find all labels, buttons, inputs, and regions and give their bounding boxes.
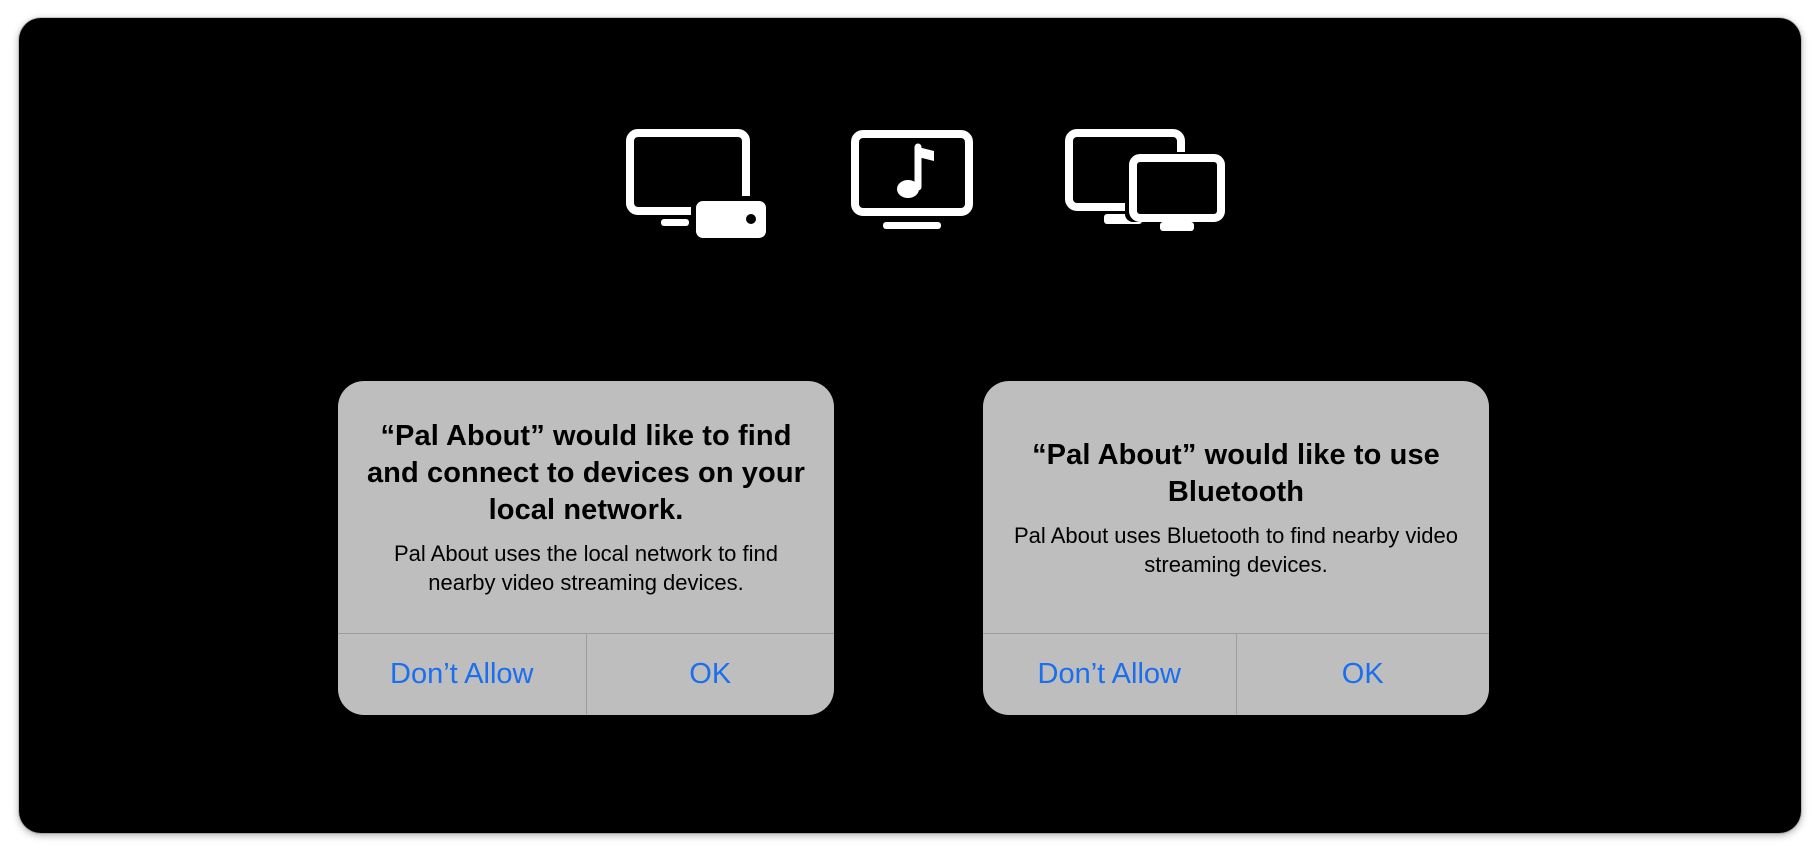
- bluetooth-permission-alert: “Pal About” would like to use Bluetooth …: [983, 381, 1489, 715]
- alert-body: “Pal About” would like to use Bluetooth …: [983, 381, 1489, 634]
- apple-tv-icon: [625, 128, 785, 238]
- alert-body: “Pal About” would like to find and conne…: [338, 381, 834, 634]
- ok-button[interactable]: OK: [1235, 634, 1490, 715]
- screen-frame: “Pal About” would like to find and conne…: [19, 18, 1801, 833]
- multiple-displays-icon: [1064, 128, 1228, 234]
- local-network-permission-alert: “Pal About” would like to find and conne…: [338, 381, 834, 715]
- alert-actions: Don’t Allow OK: [983, 633, 1489, 715]
- music-tv-icon: [850, 129, 976, 235]
- dont-allow-button[interactable]: Don’t Allow: [338, 634, 586, 715]
- dont-allow-button[interactable]: Don’t Allow: [983, 634, 1236, 715]
- alert-message: Pal About uses the local network to find…: [393, 541, 778, 595]
- alert-title: “Pal About” would like to find and conne…: [366, 420, 806, 526]
- alert-title: “Pal About” would like to use Bluetooth: [1032, 438, 1440, 508]
- alert-actions: Don’t Allow OK: [338, 633, 834, 715]
- alert-message: Pal About uses Bluetooth to find nearby …: [1014, 522, 1458, 577]
- ok-button[interactable]: OK: [585, 634, 835, 715]
